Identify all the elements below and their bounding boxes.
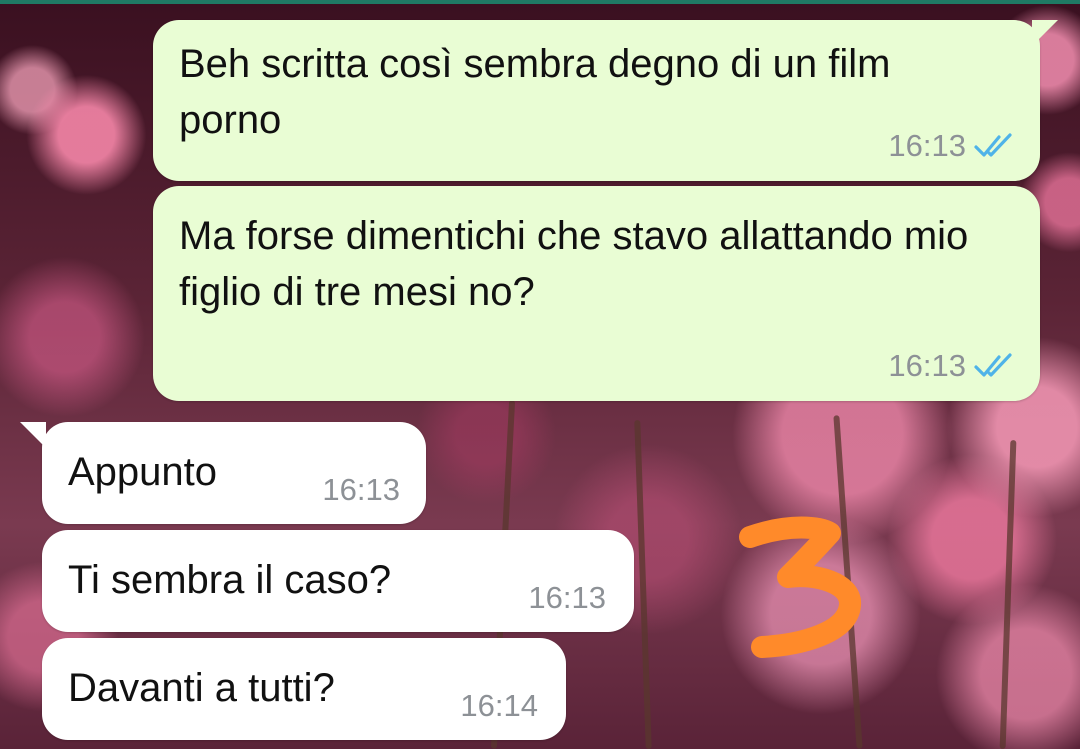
- message-time: 16:13: [322, 472, 400, 507]
- message-text: Appunto: [68, 450, 218, 494]
- message-meta: 16:14: [460, 688, 538, 724]
- bubble-tail: [1032, 20, 1058, 46]
- annotation-number-three: [739, 516, 861, 658]
- double-check-read-icon: [974, 133, 1012, 157]
- message-text: Ti sembra il caso?: [68, 558, 392, 602]
- message-bubble-outgoing[interactable]: Beh scritta così sembra degno di un film…: [153, 20, 1058, 181]
- message-bubble-incoming[interactable]: Ti sembra il caso? 16:13: [42, 530, 634, 632]
- wallpaper-branch: [999, 439, 1017, 749]
- message-bubble-outgoing[interactable]: Ma forse dimentichi che stavo allattando…: [153, 186, 1040, 401]
- message-time: 16:13: [888, 348, 966, 383]
- message-text: Beh scritta così sembra degno di un film…: [179, 42, 891, 142]
- message-time: 16:14: [460, 688, 538, 723]
- message-meta: 16:13: [888, 128, 1016, 164]
- message-meta: 16:13: [322, 472, 400, 508]
- message-time: 16:13: [888, 128, 966, 163]
- message-time: 16:13: [528, 580, 606, 615]
- message-bubble-incoming[interactable]: Appunto 16:13: [20, 422, 426, 524]
- bubble-tail: [20, 422, 46, 448]
- header-edge: [0, 0, 1080, 4]
- message-text: Davanti a tutti?: [68, 666, 335, 710]
- message-bubble-incoming[interactable]: Davanti a tutti? 16:14: [42, 638, 566, 740]
- message-text: Ma forse dimentichi che stavo allattando…: [179, 214, 969, 314]
- wallpaper-branch: [634, 419, 652, 749]
- message-meta: 16:13: [528, 580, 606, 616]
- message-meta: 16:13: [888, 348, 1016, 384]
- double-check-read-icon: [974, 353, 1012, 377]
